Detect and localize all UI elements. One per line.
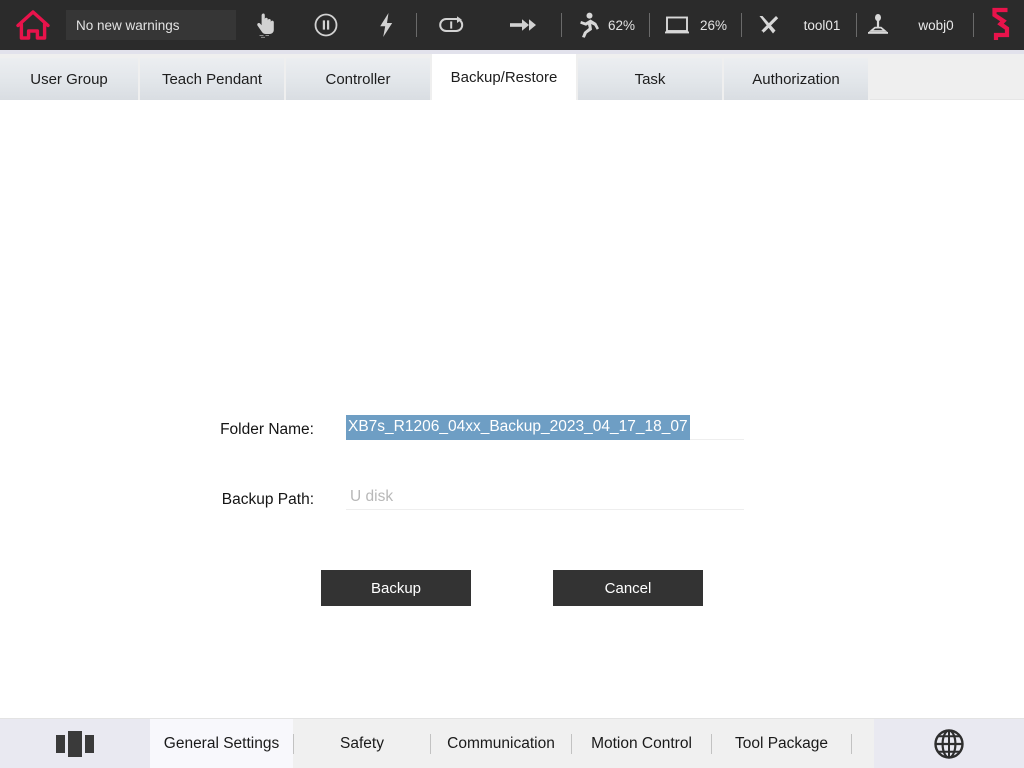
warning-text: No new warnings <box>76 18 180 33</box>
application-window: No new warnings <box>0 0 1024 768</box>
bottom-nav-label: Tool Package <box>735 735 828 753</box>
folder-name-row: Folder Name: XB7s_R1206_04xx_Backup_2023… <box>0 400 1024 470</box>
bottom-nav-communication[interactable]: Communication <box>431 719 571 768</box>
tab-backup-restore[interactable]: Backup/Restore <box>432 54 578 100</box>
bottom-nav-label: Communication <box>447 735 555 753</box>
backup-restore-panel: Folder Name: XB7s_R1206_04xx_Backup_2023… <box>0 100 1024 718</box>
fast-forward-icon <box>508 15 542 35</box>
home-button[interactable] <box>0 0 66 50</box>
loop-mode-button[interactable] <box>417 0 489 50</box>
robot-logo-icon <box>990 7 1012 43</box>
tab-label: Backup/Restore <box>451 69 558 86</box>
cancel-button[interactable]: Cancel <box>553 570 703 606</box>
bottom-nav-items: General Settings Safety Communication Mo… <box>150 719 874 768</box>
toolbar-divider-3 <box>649 13 650 37</box>
tab-task[interactable]: Task <box>578 58 724 100</box>
lightning-power-icon <box>377 11 395 39</box>
home-icon <box>15 9 51 41</box>
manual-mode-button[interactable] <box>236 0 296 50</box>
backup-form: Folder Name: XB7s_R1206_04xx_Backup_2023… <box>0 400 1024 540</box>
bottom-nav-safety[interactable]: Safety <box>294 719 430 768</box>
bottom-nav-label: Safety <box>340 735 384 753</box>
pause-button[interactable] <box>296 0 356 50</box>
modules-grid-icon <box>53 730 97 758</box>
loop-cycle-icon <box>438 14 468 36</box>
bottom-nav-label: Motion Control <box>591 735 692 753</box>
settings-tab-bar: User Group Teach Pendant Controller Back… <box>0 50 1024 100</box>
warning-message-box[interactable]: No new warnings <box>66 10 236 40</box>
tools-icon <box>756 13 780 37</box>
folder-name-label: Folder Name: <box>0 400 346 444</box>
tab-label: Task <box>635 71 666 88</box>
backup-path-label: Backup Path: <box>0 470 346 514</box>
tab-bar-filler <box>870 58 1024 100</box>
wobj-value: wobj0 <box>899 0 973 50</box>
tab-teach-pendant[interactable]: Teach Pendant <box>140 58 286 100</box>
work-object-button[interactable] <box>857 0 899 50</box>
bottom-nav-motion-control[interactable]: Motion Control <box>572 719 711 768</box>
backup-path-row: Backup Path: U disk <box>0 470 1024 540</box>
toolbar-divider-4 <box>741 13 742 37</box>
power-button[interactable] <box>356 0 416 50</box>
language-button[interactable] <box>874 719 1024 768</box>
bottom-nav-tool-package[interactable]: Tool Package <box>712 719 851 768</box>
tab-label: Controller <box>325 71 390 88</box>
tab-user-group[interactable]: User Group <box>0 58 140 100</box>
speed-button[interactable] <box>574 0 602 50</box>
bottom-nav-divider <box>851 734 852 754</box>
folder-name-input[interactable]: XB7s_R1206_04xx_Backup_2023_04_17_18_07 <box>346 414 744 440</box>
tab-label: Authorization <box>752 71 840 88</box>
tool-button[interactable] <box>748 0 788 50</box>
tool-value: tool01 <box>788 0 856 50</box>
screen-value: 26% <box>694 0 733 50</box>
backup-path-placeholder: U disk <box>346 488 393 505</box>
backup-path-input[interactable]: U disk <box>346 484 744 510</box>
work-object-icon <box>865 13 891 37</box>
modules-button[interactable] <box>0 719 150 768</box>
speed-value: 62% <box>602 0 641 50</box>
screen-brightness-button[interactable] <box>660 0 694 50</box>
globe-language-icon <box>931 726 967 762</box>
running-person-icon <box>577 12 599 38</box>
fast-forward-button[interactable] <box>489 0 561 50</box>
tab-controller[interactable]: Controller <box>286 58 432 100</box>
hand-manual-icon <box>256 12 276 38</box>
toolbar-divider-2 <box>561 13 562 37</box>
monitor-icon <box>664 15 690 35</box>
bottom-navigation-bar: General Settings Safety Communication Mo… <box>0 718 1024 768</box>
tab-authorization[interactable]: Authorization <box>724 58 870 100</box>
top-status-bar: No new warnings <box>0 0 1024 50</box>
folder-name-value: XB7s_R1206_04xx_Backup_2023_04_17_18_07 <box>346 415 690 440</box>
toolbar-divider-6 <box>973 13 974 37</box>
tab-label: Teach Pendant <box>162 71 262 88</box>
bottom-nav-general-settings[interactable]: General Settings <box>150 719 293 768</box>
action-button-row: Backup Cancel <box>0 570 1024 606</box>
pause-circle-icon <box>313 12 339 38</box>
backup-button[interactable]: Backup <box>321 570 471 606</box>
bottom-nav-label: General Settings <box>164 735 279 753</box>
robot-logo-button[interactable] <box>978 0 1024 50</box>
tab-label: User Group <box>30 71 108 88</box>
